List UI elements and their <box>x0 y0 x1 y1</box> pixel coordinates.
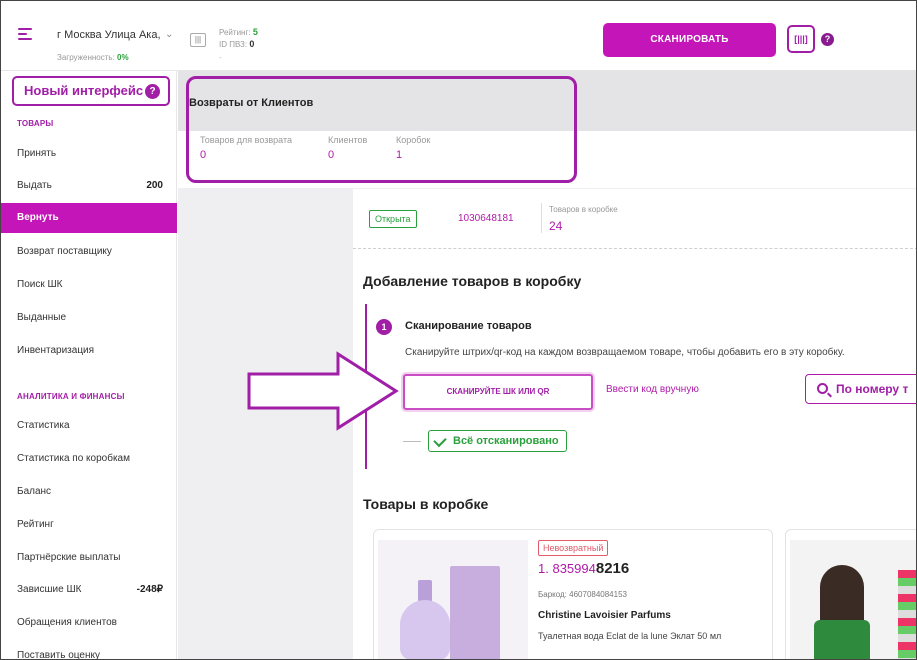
product-name: Туалетная вода Eclat de la lune Эклат 50… <box>538 631 722 641</box>
sidebar-item-supplier-return[interactable]: Возврат поставщику <box>1 237 177 267</box>
product-image <box>790 540 916 659</box>
count-badge: 200 <box>146 180 163 191</box>
non-returnable-badge: Невозвратный <box>538 540 609 556</box>
sidebar-item-search-barcode[interactable]: Поиск ШК <box>1 270 177 300</box>
scan-barcode-button[interactable]: СКАНИРУЙТЕ ШК ИЛИ QR <box>403 374 593 410</box>
product-code: 1. 8359948216 <box>538 560 630 577</box>
box-info-bar: Открыта 1030648181 Товаров в коробке 24 <box>353 189 916 249</box>
sidebar: Новый интерфейс ? ТОВАРЫ Принять Выдать 2… <box>1 71 177 659</box>
address-select[interactable]: г Москва Улица Ака, <box>57 29 161 41</box>
count-badge: -248₽ <box>136 584 163 595</box>
barcode-icon[interactable]: ||| <box>190 33 206 47</box>
product-brand: Christine Lavoisier Parfums <box>538 610 671 621</box>
sidebar-item-stuck-barcodes[interactable]: Зависшие ШК -248₽ <box>1 575 177 605</box>
load-indicator: Загруженность: 0% <box>57 53 129 62</box>
status-badge: Открыта <box>369 210 417 228</box>
new-interface-label: Новый интерфейс <box>24 83 144 98</box>
sidebar-item-accept[interactable]: Принять <box>1 139 177 169</box>
search-by-number-button[interactable]: По номеру т <box>805 374 916 404</box>
help-icon[interactable]: ? <box>145 84 160 99</box>
all-scanned-chip: Всё отсканировано <box>428 430 567 452</box>
sidebar-item-box-statistics[interactable]: Статистика по коробкам <box>1 444 177 474</box>
new-interface-button[interactable]: Новый интерфейс ? <box>12 76 170 106</box>
pvz-dash: - <box>219 53 222 62</box>
sidebar-item-partner-payments[interactable]: Партнёрские выплаты <box>1 543 177 573</box>
step-description: Сканируйте штрих/qr-код на каждом возвра… <box>405 347 845 358</box>
sidebar-item-issued[interactable]: Выданные <box>1 303 177 333</box>
product-barcode: Баркод: 4607084084153 <box>538 590 627 599</box>
sidebar-item-inventory[interactable]: Инвентаризация <box>1 336 177 366</box>
section-analytics: АНАЛИТИКА И ФИНАНСЫ <box>17 392 125 401</box>
box-count-label: Товаров в коробке <box>549 205 618 214</box>
product-image <box>378 540 528 659</box>
scan-button[interactable]: СКАНИРОВАТЬ <box>603 23 776 57</box>
box-count: 24 <box>549 219 563 233</box>
search-icon <box>817 383 828 394</box>
step-title: Сканирование товаров <box>405 320 532 332</box>
sidebar-item-statistics[interactable]: Статистика <box>1 411 177 441</box>
qr-scan-icon[interactable]: [|||] <box>787 25 815 53</box>
top-bar: г Москва Улица Ака, ⌄ Загруженность: 0% … <box>1 1 916 71</box>
add-section-title: Добавление товаров в коробку <box>363 273 582 289</box>
box-panel: Открыта 1030648181 Товаров в коробке 24 … <box>353 189 916 659</box>
help-icon[interactable]: ? <box>821 33 834 46</box>
sidebar-item-rate[interactable]: Поставить оценку <box>1 641 177 659</box>
manual-entry-link[interactable]: Ввести код вручную <box>606 384 699 395</box>
divider <box>541 203 542 233</box>
goods-title: Товары в коробке <box>363 496 489 512</box>
sidebar-item-issue[interactable]: Выдать 200 <box>1 171 177 201</box>
product-card[interactable]: Невозвратный 1. 8359948216 Баркод: 46070… <box>373 529 773 659</box>
highlight-frame <box>186 76 577 183</box>
rating: Рейтинг: 5 <box>219 27 258 37</box>
section-goods: ТОВАРЫ <box>17 119 54 128</box>
app-window: г Москва Улица Ака, ⌄ Загруженность: 0% … <box>0 0 917 660</box>
product-card[interactable] <box>785 529 916 659</box>
pvz-id: ID ПВЗ: 0 <box>219 39 255 49</box>
divider <box>403 441 421 442</box>
check-icon <box>433 433 447 448</box>
sidebar-item-rating[interactable]: Рейтинг <box>1 510 177 540</box>
chevron-down-icon[interactable]: ⌄ <box>165 29 173 40</box>
box-id[interactable]: 1030648181 <box>458 213 514 224</box>
menu-icon[interactable] <box>18 28 32 43</box>
arrow-right-icon <box>247 351 399 431</box>
sidebar-item-client-requests[interactable]: Обращения клиентов <box>1 608 177 638</box>
sidebar-item-balance[interactable]: Баланс <box>1 477 177 507</box>
sidebar-item-return[interactable]: Вернуть <box>1 203 177 233</box>
step-number: 1 <box>376 319 392 335</box>
